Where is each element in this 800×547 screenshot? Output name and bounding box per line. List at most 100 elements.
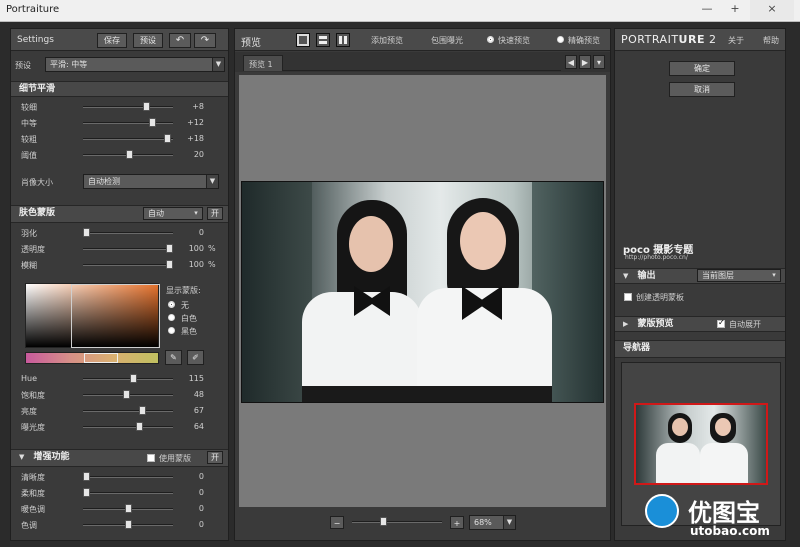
single-view-button[interactable]	[296, 33, 310, 47]
preset-value: 平滑: 中等	[50, 60, 88, 69]
detail-section-header[interactable]: 细节平滑	[11, 81, 228, 97]
hue-range-bar[interactable]	[25, 352, 159, 364]
slider-label: 柔和度	[21, 489, 45, 498]
precise-preview-radio[interactable]	[557, 36, 564, 43]
expand-triangle-icon: ▶	[623, 320, 629, 328]
color-picker-field[interactable]	[25, 283, 160, 348]
mask-mode-dropdown[interactable]: 自动 ▾	[143, 207, 203, 220]
skin-mask-title: 肤色蒙版	[19, 208, 56, 218]
slider-track[interactable]	[83, 492, 173, 494]
slider-track[interactable]	[83, 426, 173, 428]
title-bar: Portraiture — + ×	[0, 0, 800, 22]
slider-track[interactable]	[83, 138, 173, 140]
transparent-mask-checkbox[interactable]	[624, 293, 632, 301]
tab-menu-button[interactable]: ▾	[593, 55, 605, 69]
add-preview-button[interactable]: 添加预览	[371, 35, 403, 46]
thumb-face-left	[672, 418, 688, 436]
split-vertical-icon	[339, 36, 342, 44]
slider-handle[interactable]	[83, 228, 90, 237]
zoom-slider[interactable]	[352, 516, 446, 528]
preview-canvas[interactable]	[239, 75, 606, 507]
thumb-shirt-right	[700, 443, 748, 483]
slider-handle[interactable]	[166, 244, 173, 253]
about-button[interactable]: 关于	[728, 35, 744, 46]
slider-value: 20	[193, 150, 204, 159]
slider-handle[interactable]	[138, 406, 146, 415]
slider-handle[interactable]	[166, 260, 173, 269]
slider-handle[interactable]	[136, 422, 144, 431]
zoom-slider-track	[352, 521, 442, 523]
auto-expand-checkbox[interactable]	[717, 318, 725, 328]
slider-handle[interactable]	[149, 118, 157, 127]
slider-value: 100	[188, 260, 204, 269]
slider-handle[interactable]	[126, 150, 134, 159]
quick-preview-radio[interactable]	[487, 36, 494, 43]
eyedropper-plus-button[interactable]: ✐	[187, 350, 204, 365]
slider-label: Hue	[21, 374, 38, 383]
slider-track[interactable]	[83, 476, 173, 478]
color-selection-box[interactable]	[71, 284, 160, 348]
hue-range-selection[interactable]	[84, 353, 118, 363]
portrait-size-dropdown[interactable]: 自动检测 ▼	[83, 174, 219, 189]
ok-button[interactable]: 确定	[669, 61, 735, 76]
output-panel: PORTRAITURE 2 关于 帮助 确定 取消 poco 摄影专题 http…	[614, 28, 786, 541]
use-mask-checkbox[interactable]	[147, 454, 155, 462]
undo-button[interactable]: ↶	[169, 33, 191, 48]
slider-handle[interactable]	[124, 504, 132, 513]
cancel-button[interactable]: 取消	[669, 82, 735, 97]
slider-handle[interactable]	[130, 374, 138, 383]
watermark-url: http://photo.poco.cn/	[625, 254, 688, 261]
maximize-button[interactable]: +	[722, 0, 748, 20]
utobao-bird-icon	[645, 494, 679, 528]
zoom-in-button[interactable]: +	[450, 516, 464, 529]
slider-track[interactable]	[83, 122, 173, 124]
slider-handle[interactable]	[83, 472, 90, 481]
enhance-toggle-button[interactable]: 开	[207, 451, 223, 464]
zoom-out-button[interactable]: −	[330, 516, 344, 529]
zoom-level-dropdown[interactable]: 68% ▼	[469, 515, 516, 530]
single-view-icon	[299, 36, 307, 44]
slider-handle[interactable]	[124, 520, 132, 529]
slider-track[interactable]	[83, 410, 173, 412]
slider-track[interactable]	[83, 264, 173, 266]
preview-tab-strip: 预览 1 ◀ ▶ ▾	[235, 52, 610, 72]
preset-dropdown[interactable]: 平滑: 中等 ▼	[45, 57, 225, 72]
redo-button[interactable]: ↷	[194, 33, 216, 48]
slider-value: 0	[198, 488, 204, 497]
mask-option-radio[interactable]	[168, 327, 175, 334]
tab-scroll-right-button[interactable]: ▶	[579, 55, 591, 69]
tab-preview-1-label: 预览 1	[249, 60, 273, 69]
help-button[interactable]: 帮助	[763, 35, 779, 46]
output-dropdown[interactable]: 当前图层 ▾	[697, 269, 781, 282]
mask-option-radio[interactable]	[168, 301, 175, 308]
mask-option-radio[interactable]	[168, 314, 175, 321]
enhance-section-header[interactable]: ▼ 增强功能	[11, 449, 228, 467]
slider-track[interactable]	[83, 106, 173, 108]
minimize-button[interactable]: —	[694, 0, 720, 20]
tab-scroll-left-button[interactable]: ◀	[565, 55, 577, 69]
slider-handle[interactable]	[83, 488, 90, 497]
slider-value: 67	[193, 406, 204, 415]
thumb-face-right	[715, 418, 731, 436]
navigator-thumbnail[interactable]	[634, 403, 768, 485]
split-vertical-button[interactable]	[336, 33, 350, 47]
slider-handle[interactable]	[122, 390, 130, 399]
slider-track[interactable]	[83, 232, 173, 234]
slider-handle[interactable]	[164, 134, 172, 143]
save-button[interactable]: 保存	[97, 33, 127, 48]
preset-button[interactable]: 预设	[133, 33, 163, 48]
close-button[interactable]: ×	[750, 0, 794, 20]
split-horizontal-button[interactable]	[316, 33, 330, 47]
right-header: PORTRAITURE 2 关于 帮助	[615, 29, 785, 51]
eyedropper-plus-icon: ✐	[192, 353, 199, 362]
preview-photo[interactable]	[241, 181, 604, 403]
mask-toggle-button[interactable]: 开	[207, 207, 223, 220]
slider-handle[interactable]	[142, 102, 150, 111]
eyedropper-button[interactable]: ✎	[165, 350, 182, 365]
tab-preview-1[interactable]: 预览 1	[243, 55, 283, 71]
slider-track[interactable]	[83, 378, 173, 380]
settings-label: Settings	[17, 35, 54, 45]
bracket-exposure-button[interactable]: 包围曝光	[431, 35, 463, 46]
slider-track[interactable]	[83, 248, 173, 250]
zoom-slider-handle[interactable]	[380, 517, 387, 526]
